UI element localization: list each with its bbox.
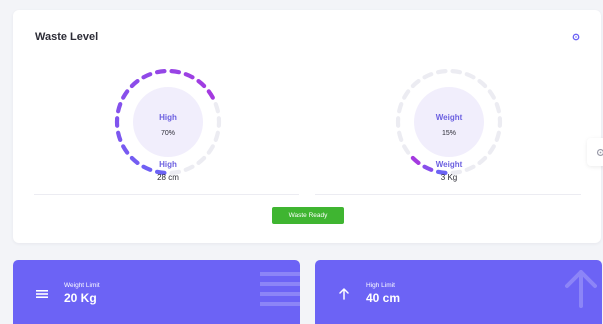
gauge-segment-empty	[450, 69, 463, 75]
height-gauge-value: 28 cm	[157, 173, 179, 182]
gauge-segment-empty	[402, 144, 411, 155]
gauge-segment-empty	[435, 69, 448, 75]
gauge-segment-filled	[169, 69, 182, 75]
gauge-segment-filled	[141, 72, 153, 80]
weight-limit-value: 20 Kg	[64, 291, 97, 305]
weight-gauge: Weight 15% Weight 3 Kg	[391, 64, 507, 184]
gauge-segment-empty	[494, 102, 501, 114]
divider	[315, 194, 581, 195]
waste-ready-button[interactable]: Waste Ready	[272, 207, 344, 224]
height-gauge-percent: 70%	[160, 130, 175, 137]
gauge-segment-empty	[206, 144, 215, 155]
dashboard-page: Waste Level High 70% High 28 cm Weight 1…	[0, 0, 603, 324]
gauge-segment-filled	[121, 89, 130, 100]
weight-gauge-value: 3 Kg	[440, 173, 458, 182]
gauge-segment-empty	[487, 89, 496, 100]
gauge-segment-filled	[116, 102, 123, 114]
weight-limit-label: Weight Limit	[64, 282, 100, 289]
high-limit-value: 40 cm	[366, 291, 401, 305]
gauge-segment-empty	[464, 72, 476, 80]
gear-icon	[596, 148, 603, 156]
gauge-segment-empty	[422, 72, 434, 80]
height-gauge-label: High	[159, 160, 177, 169]
weight-gauge-center-label: Weight	[435, 113, 463, 122]
weight-gauge-center	[414, 87, 484, 157]
gauge-segment-filled	[129, 79, 140, 89]
gear-icon	[572, 33, 580, 41]
height-gauge-center	[133, 87, 203, 157]
gauge-segment-empty	[402, 89, 411, 100]
card-title: Waste Level	[35, 31, 99, 43]
high-limit-card: High Limit 40 cm	[315, 260, 602, 324]
arrow-up-watermark-icon	[565, 270, 597, 308]
menu-lines-icon	[36, 290, 48, 298]
arrow-up-icon	[339, 288, 349, 300]
side-settings-tab[interactable]	[587, 138, 603, 166]
divider	[34, 194, 299, 195]
weight-gauge-percent: 15%	[441, 130, 456, 137]
gauge-segment-empty	[397, 102, 404, 114]
height-gauge-center-label: High	[159, 113, 177, 122]
gauge-segment-empty	[213, 102, 220, 114]
gauge-segment-filled	[154, 69, 167, 75]
waste-level-card: Waste Level High 70% High 28 cm Weight 1…	[13, 10, 601, 243]
settings-button[interactable]	[571, 32, 581, 42]
weight-limit-card: Weight Limit 20 Kg	[13, 260, 300, 324]
gauge-segment-empty	[410, 79, 421, 89]
gauge-segment-filled	[183, 72, 195, 80]
gauge-segment-empty	[477, 79, 488, 89]
gauge-segment-filled	[196, 79, 207, 89]
gauge-segment-filled	[121, 144, 130, 155]
weight-gauge-label: Weight	[435, 160, 463, 169]
high-limit-label: High Limit	[366, 282, 395, 289]
gauge-segment-filled	[206, 89, 215, 100]
menu-lines-watermark-icon	[260, 272, 300, 306]
height-gauge: High 70% High 28 cm	[110, 64, 226, 184]
gauge-segment-empty	[487, 144, 496, 155]
